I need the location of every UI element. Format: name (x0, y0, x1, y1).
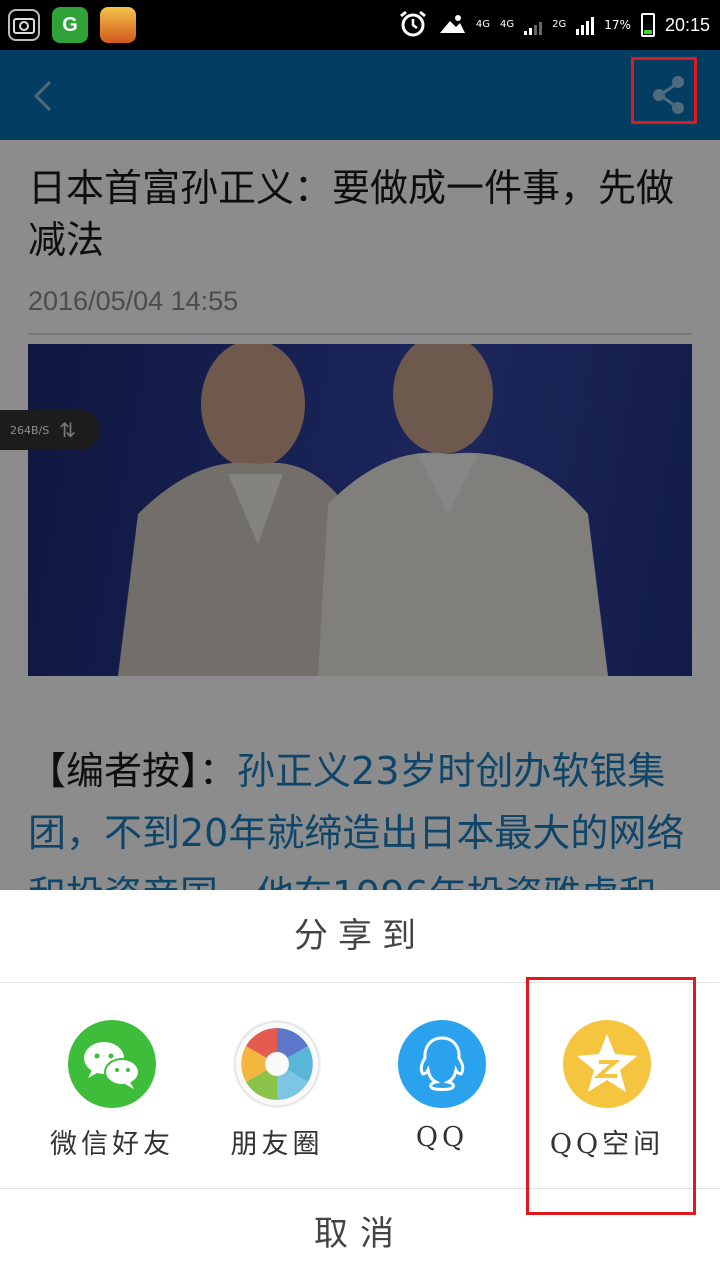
qzone-highlight (526, 977, 696, 1215)
chevron-left-icon (33, 80, 52, 112)
share-wechat-friend[interactable]: 微信好友 (27, 1020, 197, 1160)
share-qq[interactable]: QQ (357, 1020, 527, 1160)
back-button[interactable] (24, 70, 64, 120)
weather-icon (438, 13, 466, 38)
network-speed: 264B/S (10, 423, 50, 437)
article-date: 2016/05/04 14:55 (28, 286, 239, 316)
qq-icon (398, 1020, 486, 1108)
game-app-icon (100, 7, 136, 43)
article-photo (28, 344, 692, 676)
status-bar: G 4G 4G 2G 17% 20:15 (0, 0, 720, 50)
battery-percent: 17% (604, 18, 631, 32)
share-button-highlight (631, 57, 697, 124)
moments-icon (233, 1020, 321, 1108)
green-app-icon: G (52, 7, 88, 43)
signal-icon-2 (576, 15, 595, 35)
signal-icon-1 (524, 15, 543, 35)
article-title: 日本首富孙正义：要做成一件事，先做减法 (28, 166, 675, 262)
network-type-2g: 2G (552, 19, 567, 30)
network-speed-overlay: 264B/S ⇅ (0, 410, 100, 450)
share-moments[interactable]: 朋友圈 (192, 1020, 362, 1160)
share-item-label: 朋友圈 (230, 1129, 324, 1160)
up-down-arrows-icon: ⇅ (59, 418, 76, 442)
share-item-label: QQ (415, 1122, 469, 1153)
clock: 20:15 (664, 14, 710, 35)
notification-icons: G (8, 7, 136, 43)
editor-note-label: 【编者按】： (28, 749, 238, 793)
share-item-label: 微信好友 (50, 1129, 174, 1160)
screenshot-icon (8, 9, 40, 41)
status-indicators: 4G 4G 2G 17% 20:15 (398, 0, 710, 50)
wechat-icon (68, 1020, 156, 1108)
alarm-icon (398, 10, 428, 41)
app-bar (0, 50, 720, 140)
article: 日本首富孙正义：要做成一件事，先做减法 2016/05/04 14:55 (28, 140, 692, 335)
share-sheet-title: 分享到 (294, 916, 426, 956)
network-type-4g-a: 4G (475, 19, 491, 30)
divider (28, 333, 692, 335)
network-type-4g-b: 4G (500, 19, 515, 30)
battery-icon (640, 13, 655, 37)
